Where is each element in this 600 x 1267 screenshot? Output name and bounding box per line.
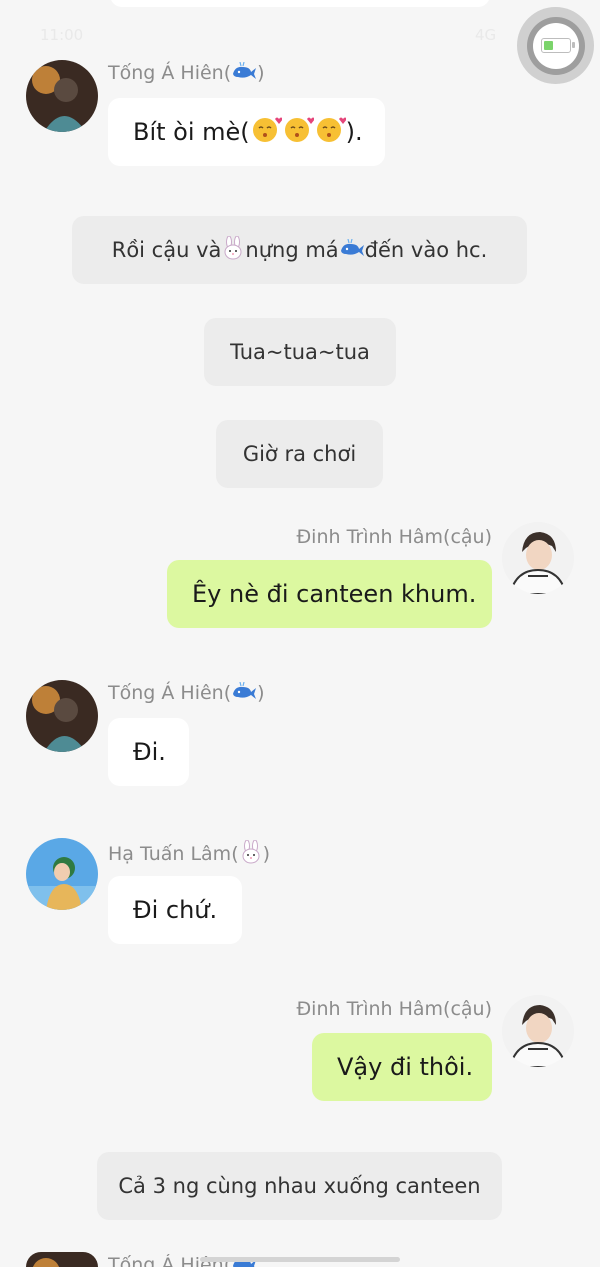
kissing-heart-emoji [314, 115, 347, 149]
whale-icon [339, 238, 365, 262]
avatar-tong-a-hien[interactable] [26, 680, 98, 752]
sender-name: Đinh Trình Hâm(cậu) [296, 998, 492, 1020]
sender-name: Hạ Tuấn Lâm() [108, 839, 270, 869]
status-signal: 4G [475, 26, 497, 44]
message-bubble[interactable]: Đi. [108, 718, 189, 786]
status-time: 11:00 [40, 26, 84, 44]
avatar-ha-tuan-lam[interactable] [26, 838, 98, 910]
rabbit-icon [221, 235, 245, 265]
message-bubble[interactable]: Đi chứ. [108, 876, 242, 944]
battery-charging-icon [540, 38, 575, 53]
system-message: Giờ ra chơi [216, 420, 383, 488]
message-bubble[interactable]: Bít òi mè( ). [108, 98, 385, 166]
rabbit-icon [239, 839, 263, 869]
whale-icon [231, 681, 257, 705]
sender-name: Tống Á Hiên() [108, 681, 265, 705]
system-message: Cả 3 ng cùng nhau xuống canteen [97, 1152, 502, 1220]
system-message: Rồi cậu và nựng má đến vào hc. [72, 216, 527, 284]
whale-icon [231, 61, 257, 85]
previous-message-bubble [110, 0, 490, 7]
avatar-dinh-trinh-ham[interactable] [502, 522, 574, 594]
sender-name: Tống Á Hiên() [108, 61, 265, 85]
home-indicator[interactable] [200, 1257, 400, 1262]
sender-name: Đinh Trình Hâm(cậu) [296, 526, 492, 548]
kissing-heart-emoji [250, 115, 283, 149]
assistive-touch-button[interactable] [517, 7, 594, 84]
message-bubble[interactable]: Vậy đi thôi. [312, 1033, 492, 1101]
system-message: Tua~tua~tua [204, 318, 396, 386]
avatar-dinh-trinh-ham[interactable] [502, 995, 574, 1067]
kissing-heart-emoji [282, 115, 315, 149]
message-bubble[interactable]: Êy nè đi canteen khum. [167, 560, 492, 628]
avatar-tong-a-hien[interactable] [26, 1252, 98, 1267]
avatar-tong-a-hien[interactable] [26, 60, 98, 132]
